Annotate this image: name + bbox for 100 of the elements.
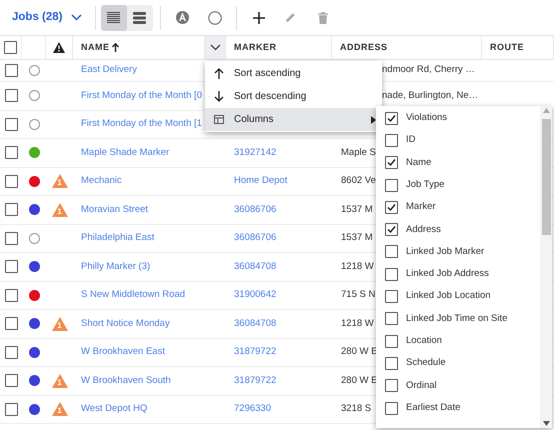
arrow-up-icon xyxy=(214,68,224,79)
job-name-link[interactable]: West Depot HQ xyxy=(81,403,148,414)
column-option[interactable]: Earliest Date xyxy=(406,400,460,416)
warning-icon xyxy=(53,42,65,53)
checkbox[interactable] xyxy=(385,245,398,258)
address-cell: Maple S xyxy=(341,146,376,158)
address-cell: nade, Burlington, Ne… xyxy=(382,90,478,101)
marker-link[interactable]: 31879722 xyxy=(234,374,276,386)
marker-link[interactable]: 31879722 xyxy=(234,346,276,358)
marker-link[interactable]: 31927142 xyxy=(234,146,276,158)
checkbox[interactable] xyxy=(385,379,398,392)
column-option[interactable]: Ordinal xyxy=(406,378,437,393)
checkbox[interactable] xyxy=(4,402,18,416)
address-cell: ndmoor Rd, Cherry … xyxy=(382,64,475,76)
column-option[interactable]: Job Type xyxy=(406,178,444,192)
checkbox[interactable] xyxy=(4,346,18,359)
address-cell: 1537 M xyxy=(341,232,373,244)
column-option[interactable]: Schedule xyxy=(406,356,446,371)
checkbox[interactable] xyxy=(385,290,398,304)
circle-icon xyxy=(208,10,222,24)
checkbox[interactable] xyxy=(385,402,398,414)
column-option[interactable]: Address xyxy=(406,222,441,237)
marker-link[interactable]: 36084708 xyxy=(234,318,276,329)
violation-badge: 1 xyxy=(52,374,68,388)
job-name-link[interactable]: East Delivery xyxy=(81,64,137,76)
column-option[interactable]: Linked Job Location xyxy=(406,289,491,304)
checkbox[interactable] xyxy=(4,41,17,54)
marker-link[interactable]: 36086706 xyxy=(234,204,276,215)
checkbox[interactable] xyxy=(4,232,18,245)
job-name-link[interactable]: Short Notice Monday xyxy=(81,318,170,329)
submenu-arrow-icon xyxy=(371,116,376,124)
address-cell: 3218 S xyxy=(341,403,372,414)
column-option[interactable]: Violations xyxy=(406,111,448,126)
marker-link[interactable]: 36086706 xyxy=(234,232,276,244)
address-cell: 715 S N xyxy=(341,289,376,300)
checkbox[interactable] xyxy=(385,268,398,281)
menu-item[interactable]: Sort descending xyxy=(205,85,382,108)
checkbox[interactable] xyxy=(385,334,398,348)
column-header[interactable]: ROUTE xyxy=(490,40,524,54)
column-option[interactable]: Location xyxy=(406,334,442,348)
scrollbar[interactable] xyxy=(540,106,552,428)
column-header[interactable]: ADDRESS xyxy=(340,40,388,54)
column-option[interactable]: ID xyxy=(406,133,416,148)
checkbox[interactable] xyxy=(4,89,18,102)
list-view-button[interactable] xyxy=(100,4,126,30)
checkbox[interactable] xyxy=(385,156,398,170)
job-name-link[interactable]: Maple Shade Marker xyxy=(81,146,170,158)
menu-item[interactable]: Sort ascending xyxy=(205,62,382,85)
column-option[interactable]: Linked Job Time on Site xyxy=(406,312,508,326)
plus-icon xyxy=(252,12,264,24)
violation-badge: 1 xyxy=(52,202,68,217)
checkbox[interactable] xyxy=(4,288,18,302)
address-cell: 1537 M xyxy=(341,204,373,215)
checkbox[interactable] xyxy=(4,260,18,274)
column-option[interactable]: Name xyxy=(406,156,432,170)
checkbox[interactable] xyxy=(385,223,398,236)
checkbox[interactable] xyxy=(4,146,18,160)
checkbox[interactable] xyxy=(385,312,398,326)
job-name-link[interactable]: Moravian Street xyxy=(81,204,148,215)
job-name-link[interactable]: Philadelphia East xyxy=(81,232,154,244)
column-header[interactable]: NAME xyxy=(81,40,110,54)
chevron-down-icon xyxy=(210,44,220,51)
letter-circle-icon xyxy=(176,11,189,24)
checkbox[interactable] xyxy=(385,112,398,125)
trash-icon xyxy=(318,12,328,24)
address-cell: 8602 Ve xyxy=(341,175,376,186)
jobs-dropdown[interactable]: Jobs (28) xyxy=(12,8,90,26)
checkbox[interactable] xyxy=(4,317,18,330)
violation-badge: 1 xyxy=(52,316,68,331)
pencil-icon xyxy=(285,12,296,23)
column-option[interactable]: Marker xyxy=(406,200,436,214)
column-header[interactable]: MARKER xyxy=(234,40,276,54)
stacked-bars-icon xyxy=(133,12,146,24)
address-cell: 1218 W xyxy=(341,318,374,329)
job-name-link[interactable]: Philly Marker (3) xyxy=(81,260,150,272)
checkbox[interactable] xyxy=(4,64,18,77)
checkbox[interactable] xyxy=(385,356,398,370)
job-name-link[interactable]: W Brookhaven South xyxy=(81,374,171,386)
column-option[interactable]: Linked Job Marker xyxy=(406,244,484,260)
job-name-link[interactable]: S New Middletown Road xyxy=(81,289,186,300)
checkbox[interactable] xyxy=(385,200,398,214)
list-icon xyxy=(107,12,120,24)
marker-link[interactable]: 36084708 xyxy=(234,260,276,272)
scroll-down-icon[interactable] xyxy=(542,421,550,426)
marker-link[interactable]: 7296330 xyxy=(234,403,271,414)
job-name-link[interactable]: First Monday of the Month [1 xyxy=(81,118,202,130)
checkbox[interactable] xyxy=(4,374,18,388)
marker-link[interactable]: 31900642 xyxy=(234,289,276,300)
columns-icon xyxy=(214,115,224,124)
column-option[interactable]: Linked Job Address xyxy=(406,267,489,282)
checkbox[interactable] xyxy=(385,178,398,192)
checkbox[interactable] xyxy=(4,118,18,131)
job-name-link[interactable]: Mechanic xyxy=(81,175,122,186)
checkbox[interactable] xyxy=(385,134,398,147)
checkbox[interactable] xyxy=(4,203,18,216)
marker-link[interactable]: Home Depot xyxy=(234,175,288,186)
job-name-link[interactable]: First Monday of the Month [0 xyxy=(81,90,202,101)
address-cell: 1218 W xyxy=(341,260,374,272)
checkbox[interactable] xyxy=(4,174,18,188)
job-name-link[interactable]: W Brookhaven East xyxy=(81,346,165,358)
